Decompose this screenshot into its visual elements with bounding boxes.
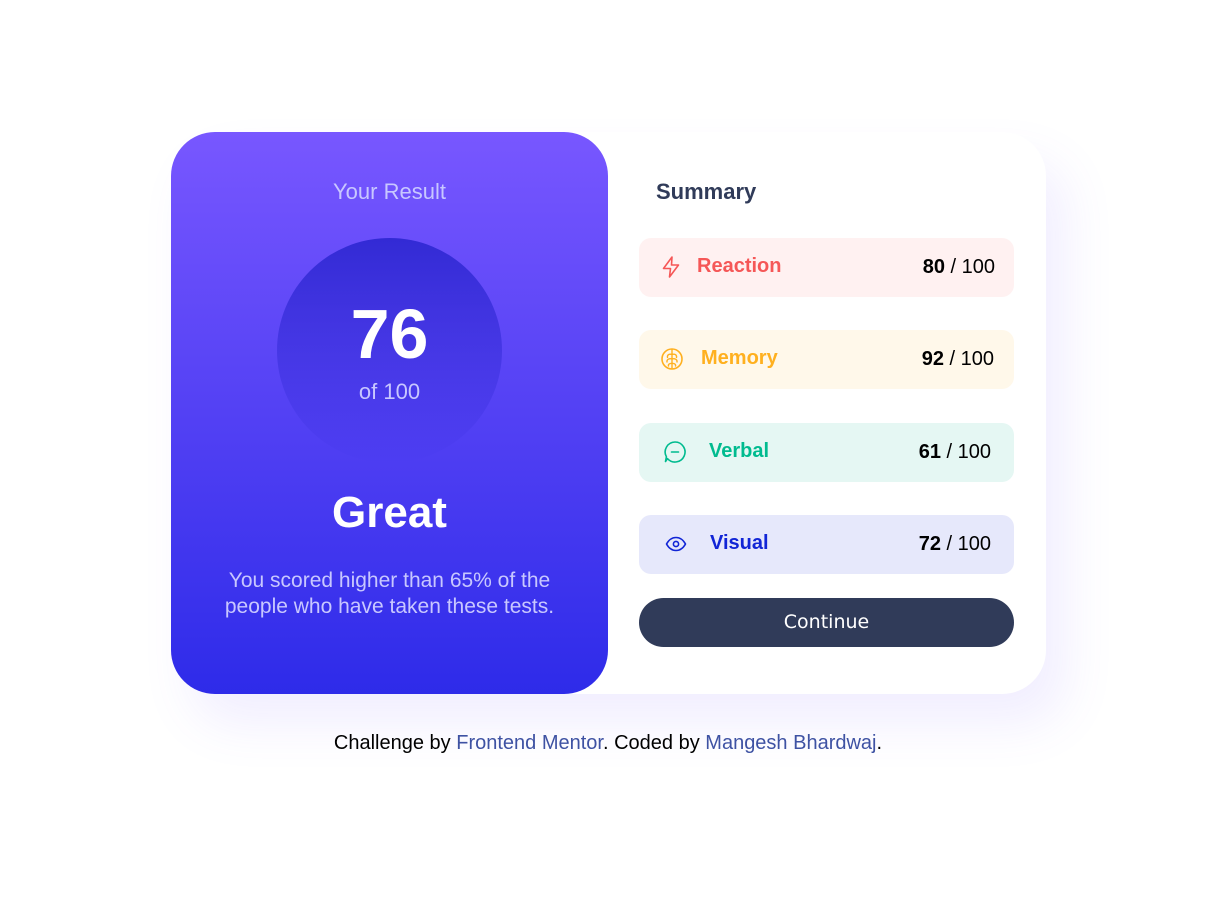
summary-item-score: 61 / 100 (919, 441, 991, 464)
score-circle: 76 of 100 (277, 238, 502, 463)
continue-button[interactable]: Continue (639, 598, 1014, 647)
result-description: You scored higher than 65% of the people… (224, 569, 555, 618)
result-title: Your Result (333, 179, 446, 204)
summary-item-label: Visual (710, 532, 769, 554)
summary-item-score-value: 61 (918, 441, 941, 463)
summary-item-label: Reaction (697, 255, 782, 277)
eye-icon (665, 536, 687, 552)
attribution-suffix: . (876, 732, 883, 754)
score-value: 76 (350, 295, 429, 373)
summary-item-reaction: Reaction 80 / 100 (639, 238, 1014, 297)
summary-item-label: Verbal (709, 440, 770, 462)
summary-item-out-of: / 100 (944, 256, 996, 278)
summary-item-score-value: 92 (921, 348, 944, 370)
score-of-label: of 100 (358, 379, 421, 404)
attribution-footer: Challenge by Frontend Mentor. Coded by M… (0, 732, 1216, 755)
attribution-middle: . Coded by (602, 732, 706, 754)
frontend-mentor-link[interactable]: Frontend Mentor (456, 732, 603, 754)
lightning-icon (662, 256, 680, 278)
summary-item-out-of: / 100 (940, 533, 992, 555)
summary-item-score: 80 / 100 (923, 256, 995, 279)
summary-title: Summary (656, 179, 757, 204)
author-link[interactable]: Mangesh Bhardwaj (705, 732, 876, 754)
summary-item-score: 92 / 100 (922, 348, 994, 371)
results-summary-card: Your Result 76 of 100 Great You scored h… (171, 132, 1046, 694)
speech-bubble-icon (664, 441, 686, 463)
summary-item-label: Memory (701, 347, 778, 369)
attribution-prefix: Challenge by (333, 732, 457, 754)
summary-item-score-value: 80 (922, 256, 945, 278)
summary-item-score: 72 / 100 (919, 533, 991, 556)
result-panel: Your Result 76 of 100 Great You scored h… (171, 132, 608, 694)
summary-item-visual: Visual 72 / 100 (639, 515, 1014, 574)
summary-item-memory: Memory 92 / 100 (639, 330, 1014, 389)
summary-item-out-of: / 100 (943, 348, 995, 370)
rating-heading: Great (332, 488, 447, 537)
summary-item-score-value: 72 (918, 533, 941, 555)
summary-item-out-of: / 100 (940, 441, 992, 463)
summary-item-verbal: Verbal 61 / 100 (639, 423, 1014, 482)
brain-icon (661, 348, 683, 370)
